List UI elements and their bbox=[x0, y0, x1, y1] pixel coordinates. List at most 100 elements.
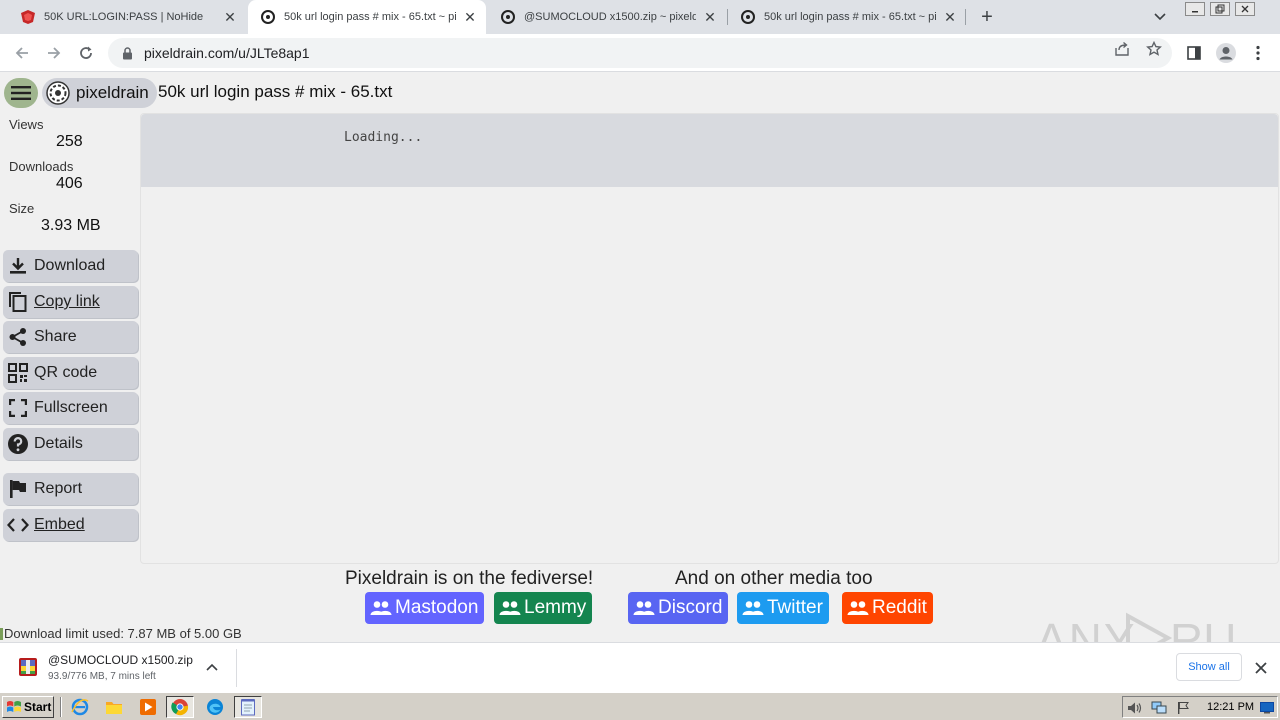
system-tray: 12:21 PM bbox=[1122, 696, 1278, 718]
qr-code-button[interactable]: QR code bbox=[3, 357, 138, 389]
fullscreen-icon bbox=[7, 397, 29, 419]
archive-file-icon[interactable] bbox=[16, 655, 40, 679]
profile-avatar-icon[interactable] bbox=[1214, 41, 1238, 65]
download-button[interactable]: Download bbox=[3, 250, 138, 282]
address-bar[interactable]: pixeldrain.com/u/JLTe8ap1 bbox=[108, 38, 1172, 68]
shelf-separator bbox=[236, 649, 237, 687]
window-close-icon[interactable] bbox=[1235, 2, 1255, 16]
tab-pixeldrain-duplicate[interactable]: 50k url login pass # mix - 65.txt ~ pixe… bbox=[728, 0, 966, 34]
reddit-button[interactable]: Reddit bbox=[842, 592, 933, 624]
text-viewer-header: Loading... bbox=[141, 114, 1278, 187]
lemmy-button[interactable]: Lemmy bbox=[494, 592, 593, 624]
share-button[interactable]: Share bbox=[3, 321, 138, 353]
reload-icon[interactable] bbox=[74, 41, 98, 65]
lemmy-label: Lemmy bbox=[524, 597, 587, 618]
download-file-name[interactable]: @SUMOCLOUD x1500.zip bbox=[48, 653, 193, 667]
page-title: 50k url login pass # mix - 65.txt bbox=[158, 82, 393, 101]
new-tab-icon[interactable]: + bbox=[976, 6, 998, 28]
fullscreen-button[interactable]: Fullscreen bbox=[3, 392, 138, 424]
close-shelf-icon[interactable] bbox=[1252, 659, 1270, 677]
copy-link-label: Copy link bbox=[34, 293, 100, 310]
forward-arrow-icon[interactable] bbox=[42, 41, 66, 65]
network-icon[interactable] bbox=[1151, 700, 1167, 716]
share-icon bbox=[7, 326, 29, 348]
browser-toolbar: pixeldrain.com/u/JLTe8ap1 bbox=[0, 34, 1280, 72]
size-label: Size bbox=[9, 201, 35, 216]
help-circle-icon bbox=[7, 433, 29, 455]
pixeldrain-favicon-icon bbox=[260, 9, 276, 25]
mastodon-button[interactable]: Mastodon bbox=[365, 592, 485, 624]
twitter-label: Twitter bbox=[767, 597, 823, 618]
file-explorer-icon[interactable] bbox=[104, 698, 124, 716]
notepad-taskbar-icon[interactable] bbox=[234, 696, 262, 718]
brand-name: pixeldrain bbox=[76, 83, 149, 102]
code-brackets-icon bbox=[7, 514, 29, 536]
download-limit-bar bbox=[0, 628, 3, 640]
file-size: 3.93 MB bbox=[41, 217, 101, 234]
fediverse-heading: Pixeldrain is on the fediverse! bbox=[345, 568, 594, 589]
report-button[interactable]: Report bbox=[3, 473, 138, 505]
windows-logo-icon bbox=[7, 701, 21, 712]
tab-pixeldrain-active[interactable]: 50k url login pass # mix - 65.txt ~ pixe… bbox=[248, 0, 486, 34]
twitter-button[interactable]: Twitter bbox=[737, 592, 829, 624]
download-icon bbox=[7, 255, 29, 277]
url-text: pixeldrain.com/u/JLTe8ap1 bbox=[144, 45, 310, 61]
pixeldrain-favicon-icon bbox=[740, 9, 756, 25]
action-center-flag-icon[interactable] bbox=[1175, 700, 1191, 716]
downloads-label: Downloads bbox=[9, 159, 74, 174]
close-tab-icon[interactable]: ✕ bbox=[462, 9, 478, 25]
qr-code-label: QR code bbox=[34, 364, 98, 381]
media-player-icon[interactable] bbox=[138, 698, 158, 716]
details-label: Details bbox=[34, 435, 83, 452]
qr-code-icon bbox=[7, 362, 29, 384]
side-panel-icon[interactable] bbox=[1182, 41, 1206, 65]
people-icon bbox=[370, 599, 392, 617]
close-tab-icon[interactable]: ✕ bbox=[222, 9, 238, 25]
chevron-up-icon[interactable] bbox=[204, 659, 220, 675]
views-label: Views bbox=[9, 117, 44, 132]
downloads-count: 406 bbox=[56, 175, 83, 192]
tab-nohide[interactable]: 50K URL:LOGIN:PASS | NoHide ✕ bbox=[8, 0, 246, 34]
tab-title: 50k url login pass # mix - 65.txt ~ pixe… bbox=[284, 11, 456, 23]
chrome-taskbar-icon[interactable] bbox=[166, 696, 194, 718]
close-tab-icon[interactable]: ✕ bbox=[702, 9, 718, 25]
copy-link-button[interactable]: Copy link bbox=[3, 286, 138, 318]
tab-title: 50k url login pass # mix - 65.txt ~ pixe… bbox=[764, 11, 936, 23]
close-tab-icon[interactable]: ✕ bbox=[942, 9, 958, 25]
back-arrow-icon[interactable] bbox=[10, 41, 34, 65]
volume-icon[interactable] bbox=[1127, 700, 1143, 716]
reddit-label: Reddit bbox=[872, 597, 927, 618]
people-icon bbox=[847, 599, 869, 617]
people-icon bbox=[742, 599, 764, 617]
taskbar-separator bbox=[60, 697, 62, 717]
internet-explorer-icon[interactable] bbox=[70, 698, 90, 716]
hamburger-icon bbox=[11, 86, 31, 100]
tab-search-chevron-icon[interactable] bbox=[1150, 8, 1170, 26]
start-label: Start bbox=[24, 700, 52, 714]
loading-text: Loading... bbox=[344, 130, 423, 145]
browser-menu-icon[interactable] bbox=[1246, 41, 1270, 65]
share-page-icon[interactable] bbox=[1114, 41, 1130, 57]
tab-sumocloud[interactable]: @SUMOCLOUD x1500.zip ~ pixeldrain ✕ bbox=[488, 0, 726, 34]
minimize-icon[interactable] bbox=[1185, 2, 1205, 16]
pixeldrain-home-link[interactable]: pixeldrain bbox=[42, 78, 157, 108]
discord-button[interactable]: Discord bbox=[628, 592, 729, 624]
edge-icon[interactable] bbox=[205, 698, 225, 716]
download-shelf: @SUMOCLOUD x1500.zip 93.9/776 MB, 7 mins… bbox=[0, 642, 1280, 692]
bookmark-star-icon[interactable] bbox=[1146, 41, 1162, 57]
details-button[interactable]: Details bbox=[3, 428, 138, 460]
windows-taskbar: Start 12:21 PM bbox=[0, 692, 1280, 720]
start-button[interactable]: Start bbox=[2, 696, 54, 718]
tab-title: @SUMOCLOUD x1500.zip ~ pixeldrain bbox=[524, 11, 696, 23]
fullscreen-label: Fullscreen bbox=[34, 399, 108, 416]
people-icon bbox=[633, 599, 655, 617]
lock-icon[interactable] bbox=[120, 46, 134, 60]
file-viewer[interactable]: Loading... bbox=[140, 113, 1279, 564]
tab-strip: 50K URL:LOGIN:PASS | NoHide ✕ 50k url lo… bbox=[0, 0, 1280, 34]
show-all-downloads-button[interactable]: Show all bbox=[1176, 653, 1242, 681]
menu-hamburger-button[interactable] bbox=[4, 78, 38, 108]
embed-button[interactable]: Embed bbox=[3, 509, 138, 541]
show-desktop-icon[interactable] bbox=[1259, 700, 1275, 716]
taskbar-clock[interactable]: 12:21 PM bbox=[1207, 701, 1254, 713]
restore-icon[interactable] bbox=[1210, 2, 1230, 16]
